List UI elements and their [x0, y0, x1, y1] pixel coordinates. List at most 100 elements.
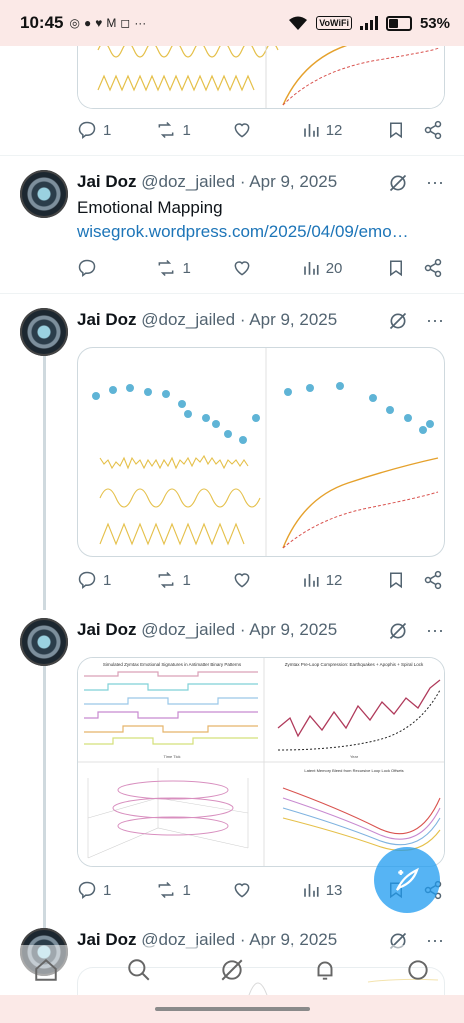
share-button[interactable] [423, 570, 443, 590]
post-divider [0, 155, 464, 156]
reply-button[interactable]: 1 [77, 880, 155, 900]
bookmark-button[interactable] [387, 258, 423, 278]
post-divider [0, 293, 464, 294]
views-button[interactable]: 12 [302, 121, 388, 139]
views-icon [303, 124, 319, 137]
bottom-navigation [0, 945, 464, 995]
heart-icon [234, 573, 250, 588]
reply-icon [78, 121, 96, 140]
post-date[interactable]: Apr 9, 2025 [249, 172, 337, 191]
status-bar: 10:45 ◎ ● ♥ M ◻ ··· VoWiFi 53% [0, 0, 464, 46]
notification-icons: ◎ ● ♥ M ◻ ··· [69, 16, 146, 30]
repost-count: 1 [182, 121, 191, 139]
views-count: 12 [325, 121, 343, 139]
reply-icon [78, 881, 96, 900]
reply-button[interactable] [77, 258, 155, 278]
share-icon [424, 570, 442, 590]
grok-icon[interactable] [388, 311, 408, 331]
handle[interactable]: @doz_jailed [141, 620, 235, 639]
search-icon[interactable] [126, 957, 152, 983]
display-name[interactable]: Jai Doz [77, 310, 137, 329]
repost-icon [158, 259, 173, 277]
post-date[interactable]: Apr 9, 2025 [249, 310, 337, 329]
post-media-image[interactable]: Simulated Zymtax Emotional Signatures in… [77, 657, 445, 867]
bookmark-button[interactable] [387, 570, 423, 590]
avatar[interactable] [20, 170, 68, 218]
notifications-icon[interactable] [312, 957, 338, 983]
views-button[interactable]: 12 [302, 571, 388, 589]
compose-button[interactable] [374, 847, 440, 913]
display-name[interactable]: Jai Doz [77, 620, 137, 639]
like-button[interactable] [232, 258, 302, 278]
grok-icon[interactable] [388, 173, 408, 193]
reply-button[interactable]: 1 [77, 570, 155, 590]
more-icon[interactable]: ··· [426, 620, 444, 641]
separator-dot: · [239, 620, 246, 639]
post-media-image[interactable] [77, 347, 445, 557]
views-button[interactable]: 20 [302, 259, 388, 277]
post-top-icons: ··· [388, 620, 444, 641]
bookmark-button[interactable] [387, 120, 423, 140]
gesture-handle[interactable] [155, 1007, 310, 1011]
repost-icon [158, 121, 173, 139]
compose-feather-icon [395, 867, 419, 891]
handle[interactable]: @doz_jailed [141, 310, 235, 329]
more-icon[interactable]: ··· [426, 310, 444, 331]
media-title-left: Simulated Zymtax Emotional Signatures in… [103, 662, 242, 667]
grok-nav-icon[interactable] [219, 957, 245, 983]
reply-icon [78, 571, 96, 590]
post-date[interactable]: Apr 9, 2025 [249, 620, 337, 639]
share-button[interactable] [423, 258, 443, 278]
message-icon: ♥ [95, 16, 103, 30]
heart-icon [234, 261, 250, 276]
post-top-icons: ··· [388, 172, 444, 193]
media-title-bottom-right: Latent Memory Bleed from Recursive Loop … [304, 768, 403, 773]
repost-button[interactable]: 1 [155, 570, 233, 590]
reply-button[interactable]: 1 [77, 120, 155, 140]
share-icon [424, 120, 442, 140]
repost-button[interactable]: 1 [155, 880, 233, 900]
separator-dot: · [239, 172, 246, 191]
vowifi-badge: VoWiFi [316, 16, 352, 30]
like-button[interactable] [232, 880, 302, 900]
post-actions: 1 20 [77, 258, 443, 278]
repost-button[interactable]: 1 [155, 120, 233, 140]
signal-icon [359, 16, 378, 30]
views-icon [303, 262, 319, 275]
reply-count: 1 [103, 121, 112, 139]
more-icon[interactable]: ··· [426, 172, 444, 193]
separator-dot: · [239, 310, 246, 329]
post-actions: 1 1 12 [77, 570, 443, 590]
repost-button[interactable]: 1 [155, 258, 233, 278]
wifi-icon [288, 15, 308, 31]
thread-line [43, 666, 46, 928]
views-icon [303, 574, 319, 587]
avatar[interactable] [20, 308, 68, 356]
home-icon[interactable] [33, 957, 59, 983]
like-button[interactable] [232, 570, 302, 590]
system-navigation-bar [0, 995, 464, 1023]
post-link[interactable]: wisegrok.wordpress.com/2025/04/09/emo… [77, 222, 409, 242]
bookmark-icon [390, 260, 403, 277]
messages-icon[interactable] [405, 957, 431, 983]
more-notifications-icon: ··· [134, 16, 147, 30]
media-xlabel-right: Year [350, 754, 359, 759]
share-button[interactable] [423, 120, 443, 140]
chat-icon: ● [83, 16, 92, 30]
repost-count: 1 [182, 571, 191, 589]
heart-icon [234, 123, 250, 138]
like-button[interactable] [232, 120, 302, 140]
post-header: Jai Doz @doz_jailed · Apr 9, 2025 [77, 620, 337, 640]
repost-count: 1 [182, 881, 191, 899]
post-actions: 1 1 12 [77, 120, 443, 140]
repost-icon [158, 881, 173, 899]
views-count: 13 [325, 881, 343, 899]
handle[interactable]: @doz_jailed [141, 172, 235, 191]
views-icon [303, 884, 319, 897]
avatar[interactable] [20, 618, 68, 666]
share-icon [424, 258, 442, 278]
display-name[interactable]: Jai Doz [77, 172, 137, 191]
bookmark-icon [390, 122, 403, 139]
status-time: 10:45 [20, 13, 64, 32]
grok-icon[interactable] [388, 621, 408, 641]
